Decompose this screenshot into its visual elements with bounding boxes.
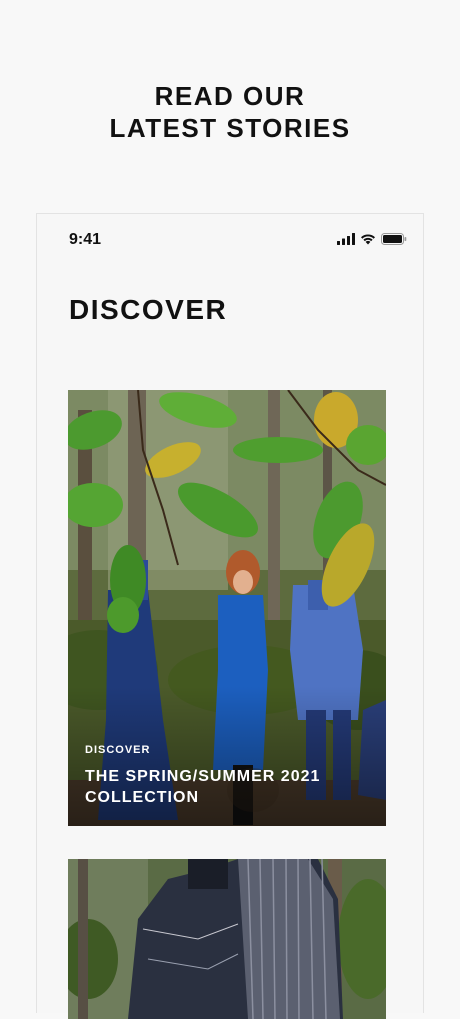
status-bar: 9:41 — [37, 214, 423, 266]
story-card[interactable]: DISCOVER THE SPRING/SUMMER 2021 COLLECTI… — [68, 390, 386, 826]
story-card[interactable] — [68, 859, 386, 1019]
battery-icon — [381, 233, 407, 245]
story-eyebrow: DISCOVER — [85, 744, 151, 756]
cellular-signal-icon — [337, 233, 355, 245]
promo-headline-line-1: READ OUR — [154, 81, 306, 111]
status-icons — [337, 233, 407, 245]
story-image — [68, 859, 386, 1019]
wifi-icon — [361, 234, 375, 245]
status-time: 9:41 — [69, 231, 102, 248]
phone-screen: 9:41 DISCOVER DISCOVER THE SPRING/SUMMER… — [36, 213, 424, 1019]
story-title[interactable]: THE SPRING/SUMMER 2021 COLLECTION — [85, 766, 365, 808]
promo-headline: READ OUR LATEST STORIES — [0, 80, 460, 144]
page-title: DISCOVER — [69, 294, 228, 325]
promo-headline-line-2: LATEST STORIES — [109, 113, 351, 143]
